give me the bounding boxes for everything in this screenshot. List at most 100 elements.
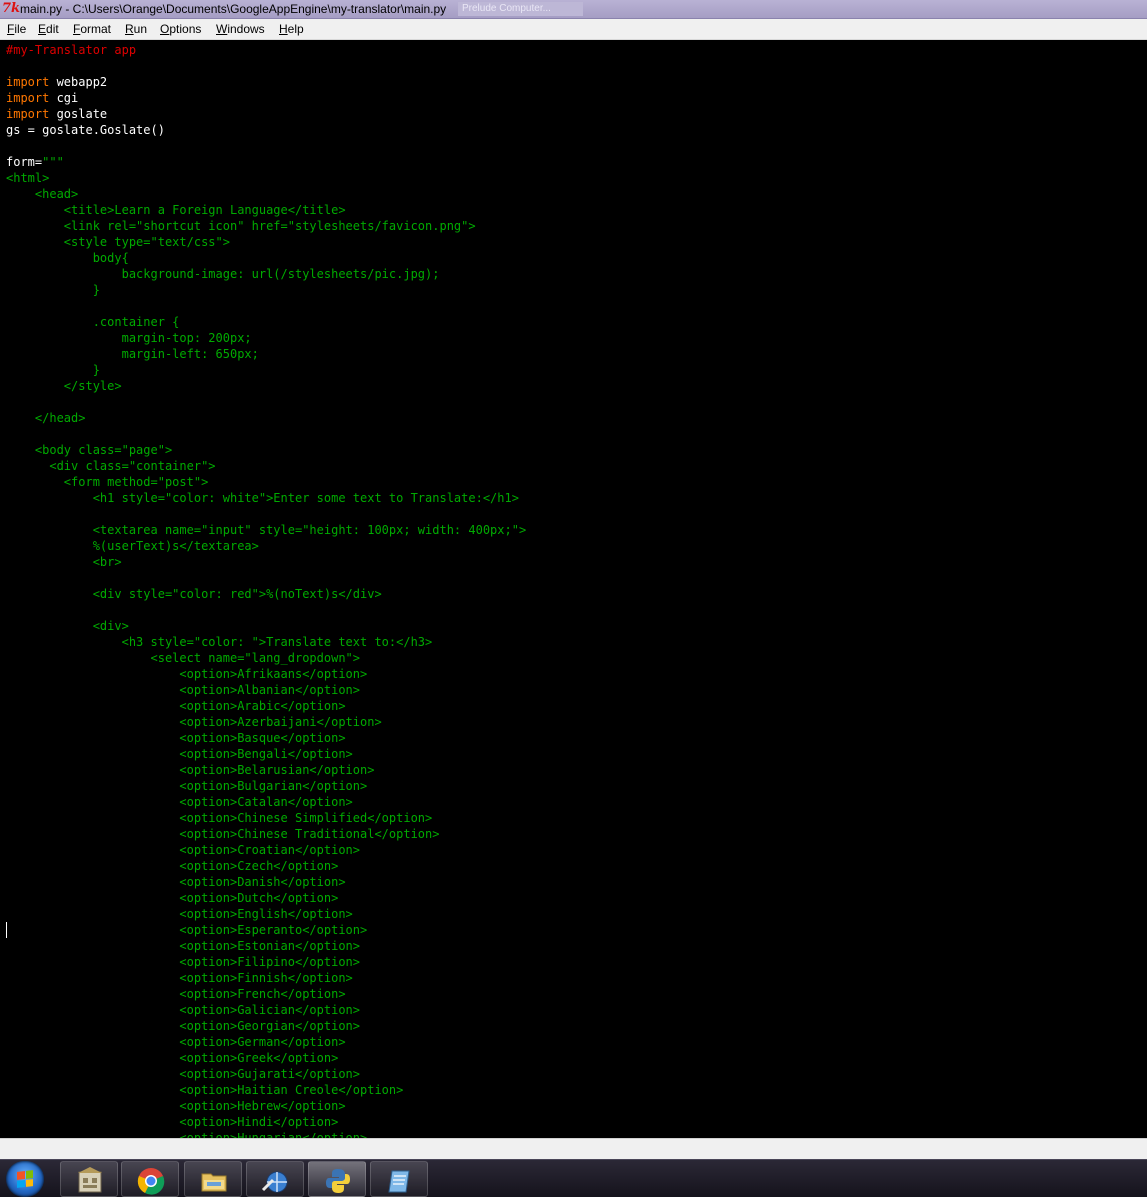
code-line[interactable]: <option>Croatian</option> [6, 842, 526, 858]
code-line[interactable] [6, 58, 526, 74]
file-explorer-icon[interactable] [184, 1161, 242, 1197]
code-line[interactable]: <option>Haitian Creole</option> [6, 1082, 526, 1098]
code-line[interactable]: <option>Czech</option> [6, 858, 526, 874]
code-line[interactable]: <option>Hindi</option> [6, 1114, 526, 1130]
code-line[interactable]: body{ [6, 250, 526, 266]
code-line[interactable]: <option>Bengali</option> [6, 746, 526, 762]
code-line[interactable]: <option>Bulgarian</option> [6, 778, 526, 794]
code-line[interactable]: <option>Belarusian</option> [6, 762, 526, 778]
code-line[interactable] [6, 426, 526, 442]
code-line[interactable]: <option>Gujarati</option> [6, 1066, 526, 1082]
code-line[interactable]: } [6, 282, 526, 298]
code-token: import [6, 107, 50, 121]
code-token: """ [42, 155, 64, 169]
code-line[interactable]: #my-Translator app [6, 42, 526, 58]
code-line[interactable]: <option>Hebrew</option> [6, 1098, 526, 1114]
network-tool-icon[interactable] [246, 1161, 304, 1197]
code-token: <option>Danish</option> [6, 875, 346, 889]
code-line[interactable]: <option>Georgian</option> [6, 1018, 526, 1034]
start-orb-icon[interactable] [6, 1161, 44, 1197]
code-line[interactable]: <html> [6, 170, 526, 186]
code-token: gs = goslate.Goslate() [6, 123, 165, 137]
code-line[interactable]: import cgi [6, 90, 526, 106]
code-line[interactable]: gs = goslate.Goslate() [6, 122, 526, 138]
code-line[interactable]: <link rel="shortcut icon" href="styleshe… [6, 218, 526, 234]
code-line[interactable] [6, 138, 526, 154]
code-line[interactable]: <option>Hungarian</option> [6, 1130, 526, 1138]
code-line[interactable] [6, 570, 526, 586]
code-line[interactable]: <option>Danish</option> [6, 874, 526, 890]
code-line[interactable]: <style type="text/css"> [6, 234, 526, 250]
code-line[interactable]: <title>Learn a Foreign Language</title> [6, 202, 526, 218]
code-line[interactable]: <option>Catalan</option> [6, 794, 526, 810]
code-line[interactable]: <h3 style="color: ">Translate text to:</… [6, 634, 526, 650]
title-bar: 7k main.py - C:\Users\Orange\Documents\G… [0, 0, 1147, 19]
menu-edit[interactable]: Edit [38, 22, 59, 36]
menu-file[interactable]: File [7, 22, 26, 36]
code-line[interactable] [6, 602, 526, 618]
code-line[interactable]: <h1 style="color: white">Enter some text… [6, 490, 526, 506]
code-line[interactable]: <select name="lang_dropdown"> [6, 650, 526, 666]
code-line[interactable]: import goslate [6, 106, 526, 122]
code-line[interactable]: <option>Basque</option> [6, 730, 526, 746]
code-token: .container { [6, 315, 180, 329]
code-token: <option>Albanian</option> [6, 683, 361, 697]
code-line[interactable]: background-image: url(/stylesheets/pic.j… [6, 266, 526, 282]
gae-glyph [78, 1167, 102, 1193]
code-editor[interactable]: #my-Translator app import webapp2 import c… [0, 40, 1147, 1138]
code-line[interactable]: <form method="post"> [6, 474, 526, 490]
code-token: margin-top: 200px; [6, 331, 252, 345]
code-line[interactable]: <option>Galician</option> [6, 1002, 526, 1018]
code-line[interactable]: %(userText)s</textarea> [6, 538, 526, 554]
code-line[interactable]: <option>Esperanto</option> [6, 922, 526, 938]
code-line[interactable]: <textarea name="input" style="height: 10… [6, 522, 526, 538]
code-line[interactable]: <option>Chinese Simplified</option> [6, 810, 526, 826]
menu-windows[interactable]: Windows [216, 22, 265, 36]
menu-options[interactable]: Options [160, 22, 201, 36]
code-line[interactable]: </style> [6, 378, 526, 394]
code-line[interactable]: form=""" [6, 154, 526, 170]
code-line[interactable]: <option>Filipino</option> [6, 954, 526, 970]
code-line[interactable]: <div> [6, 618, 526, 634]
code-line[interactable]: margin-left: 650px; [6, 346, 526, 362]
menu-run[interactable]: Run [125, 22, 147, 36]
code-line[interactable]: </head> [6, 410, 526, 426]
code-line[interactable] [6, 506, 526, 522]
code-line[interactable]: <option>Azerbaijani</option> [6, 714, 526, 730]
code-line[interactable]: <option>French</option> [6, 986, 526, 1002]
code-token: <option>Haitian Creole</option> [6, 1083, 404, 1097]
code-line[interactable]: <option>German</option> [6, 1034, 526, 1050]
code-text[interactable]: #my-Translator app import webapp2 import c… [6, 42, 526, 1138]
code-line[interactable]: <option>Albanian</option> [6, 682, 526, 698]
code-line[interactable] [6, 394, 526, 410]
code-line[interactable]: <option>Greek</option> [6, 1050, 526, 1066]
menu-help[interactable]: Help [279, 22, 304, 36]
notepad-icon[interactable] [370, 1161, 428, 1197]
code-line[interactable]: <div class="container"> [6, 458, 526, 474]
code-line[interactable]: <option>Dutch</option> [6, 890, 526, 906]
code-line[interactable]: import webapp2 [6, 74, 526, 90]
code-line[interactable]: <option>Arabic</option> [6, 698, 526, 714]
code-line[interactable]: <option>Finnish</option> [6, 970, 526, 986]
code-line[interactable]: margin-top: 200px; [6, 330, 526, 346]
code-line[interactable]: <head> [6, 186, 526, 202]
code-token: %(userText)s</textarea> [6, 539, 259, 553]
code-line[interactable]: <option>Afrikaans</option> [6, 666, 526, 682]
chrome-icon[interactable] [121, 1161, 179, 1197]
code-line[interactable]: } [6, 362, 526, 378]
code-token: <link rel="shortcut icon" href="styleshe… [6, 219, 476, 233]
code-token: goslate [49, 107, 108, 121]
code-line[interactable]: <div style="color: red">%(noText)s</div> [6, 586, 526, 602]
code-line[interactable]: <br> [6, 554, 526, 570]
code-line[interactable] [6, 298, 526, 314]
code-line[interactable]: .container { [6, 314, 526, 330]
python-icon[interactable] [308, 1161, 366, 1197]
code-line[interactable]: <option>Chinese Traditional</option> [6, 826, 526, 842]
code-line[interactable]: <body class="page"> [6, 442, 526, 458]
google-app-engine-launcher-icon[interactable] [60, 1161, 118, 1197]
code-line[interactable]: <option>English</option> [6, 906, 526, 922]
python-glyph [326, 1169, 350, 1193]
menu-format[interactable]: Format [73, 22, 111, 36]
code-line[interactable]: <option>Estonian</option> [6, 938, 526, 954]
windows-flag-icon [17, 1170, 33, 1188]
